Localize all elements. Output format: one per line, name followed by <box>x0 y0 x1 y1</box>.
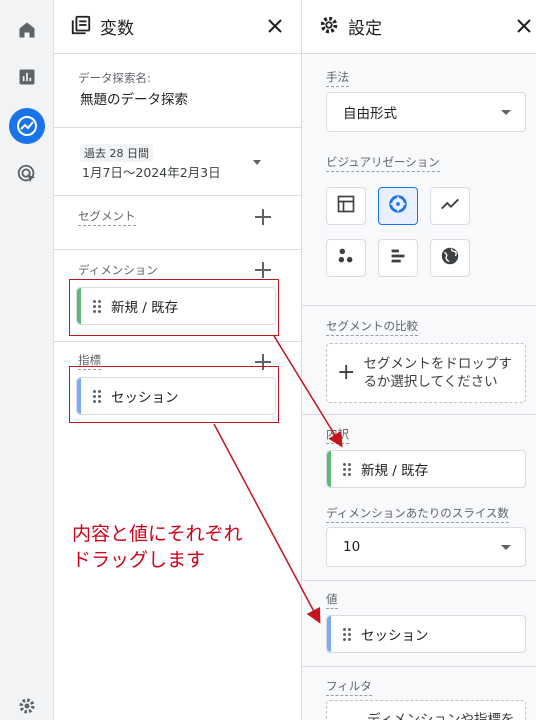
line-chart-icon <box>439 193 461 219</box>
drag-handle-icon[interactable] <box>343 627 351 641</box>
date-range-text: 1月7日〜2024年2月3日 <box>82 165 221 180</box>
values-chip-sessions[interactable]: セッション <box>326 615 526 653</box>
variables-title: 変数 <box>100 19 134 39</box>
segment-label: セグメント <box>78 208 136 226</box>
chevron-down-icon[interactable] <box>253 160 261 165</box>
settings-panel: 設定 手法 自由形式 ビジュアリゼーション セグメントの比較 + セグメントをド… <box>302 0 536 720</box>
reports-icon[interactable] <box>9 59 45 95</box>
visualization-label: ビジュアリゼーション <box>326 154 440 172</box>
technique-select[interactable]: 自由形式 <box>326 92 526 132</box>
slices-value: 10 <box>343 539 361 555</box>
donut-chart-icon <box>387 193 409 219</box>
gear-icon <box>318 14 340 40</box>
annotation-text: 内容と値にそれぞれ ドラッグします <box>72 522 243 573</box>
add-dimension-icon[interactable] <box>255 262 271 278</box>
geo-viz-button[interactable] <box>430 239 470 277</box>
exploration-name-input[interactable]: 無題のデータ探索 <box>80 88 188 108</box>
metric-highlight-box <box>69 366 279 423</box>
settings-title: 設定 <box>348 19 382 39</box>
close-icon[interactable] <box>512 14 536 38</box>
variables-icon <box>70 14 92 40</box>
rows-label: 内訳 <box>326 426 349 444</box>
dimension-color-bar <box>327 451 331 487</box>
bar-viz-button[interactable] <box>378 239 418 277</box>
values-label: 値 <box>326 591 338 609</box>
technique-label: 手法 <box>326 69 349 87</box>
scatter-viz-button[interactable] <box>326 239 366 277</box>
annotation-line-1: 内容と値にそれぞれ <box>72 523 243 545</box>
variables-header: 変数 <box>54 0 301 54</box>
filter-drop-zone[interactable]: ディメンションや指標を <box>326 700 526 720</box>
segment-drop-zone[interactable]: + セグメントをドロップするか選択してください <box>326 343 526 403</box>
close-icon[interactable] <box>263 14 287 38</box>
line-viz-button[interactable] <box>430 187 470 225</box>
slices-label: ディメンションあたりのスライス数 <box>326 505 509 523</box>
date-range-section[interactable]: 過去 28 日間 1月7日〜2024年2月3日 <box>54 128 301 196</box>
slices-select[interactable]: 10 <box>326 527 526 567</box>
drag-handle-icon[interactable] <box>343 462 351 476</box>
home-icon[interactable] <box>9 12 45 48</box>
dimension-highlight-box <box>69 279 279 336</box>
donut-viz-button[interactable] <box>378 187 418 225</box>
add-icon: + <box>337 360 356 385</box>
globe-icon <box>439 245 461 271</box>
settings-header: 設定 <box>302 0 536 54</box>
date-badge: 過去 28 日間 <box>80 144 153 162</box>
table-viz-button[interactable] <box>326 187 366 225</box>
segment-section: セグメント <box>54 196 301 250</box>
segment-drop-text: セグメントをドロップするか選択してください <box>363 355 512 390</box>
advertising-icon[interactable] <box>9 156 45 192</box>
values-chip-label: セッション <box>361 628 429 644</box>
divider <box>302 580 536 581</box>
divider <box>302 414 536 415</box>
dimension-label: ディメンション <box>78 262 158 280</box>
explore-icon[interactable] <box>9 108 45 144</box>
bar-chart-icon <box>387 245 409 271</box>
exploration-name-label: データ探索名: <box>78 71 151 85</box>
segment-compare-label: セグメントの比較 <box>326 318 418 336</box>
settings-icon[interactable] <box>9 688 45 720</box>
scatter-chart-icon <box>335 245 357 271</box>
chevron-down-icon <box>501 545 511 550</box>
rows-chip-new-returning[interactable]: 新規 / 既存 <box>326 450 526 488</box>
metric-color-bar <box>327 616 331 652</box>
divider <box>302 666 536 667</box>
table-icon <box>336 194 356 218</box>
variables-panel: 変数 データ探索名: 無題のデータ探索 過去 28 日間 1月7日〜2024年2… <box>54 0 302 720</box>
chevron-down-icon <box>501 110 511 115</box>
filter-drop-text: ディメンションや指標を <box>367 711 515 720</box>
rows-chip-label: 新規 / 既存 <box>361 463 429 479</box>
left-nav-rail <box>0 0 54 720</box>
annotation-line-2: ドラッグします <box>72 548 206 571</box>
exploration-name-section: データ探索名: 無題のデータ探索 <box>54 54 301 128</box>
divider <box>302 305 536 306</box>
technique-value: 自由形式 <box>343 106 397 122</box>
add-segment-icon[interactable] <box>255 209 271 225</box>
filter-label: フィルタ <box>326 678 372 696</box>
